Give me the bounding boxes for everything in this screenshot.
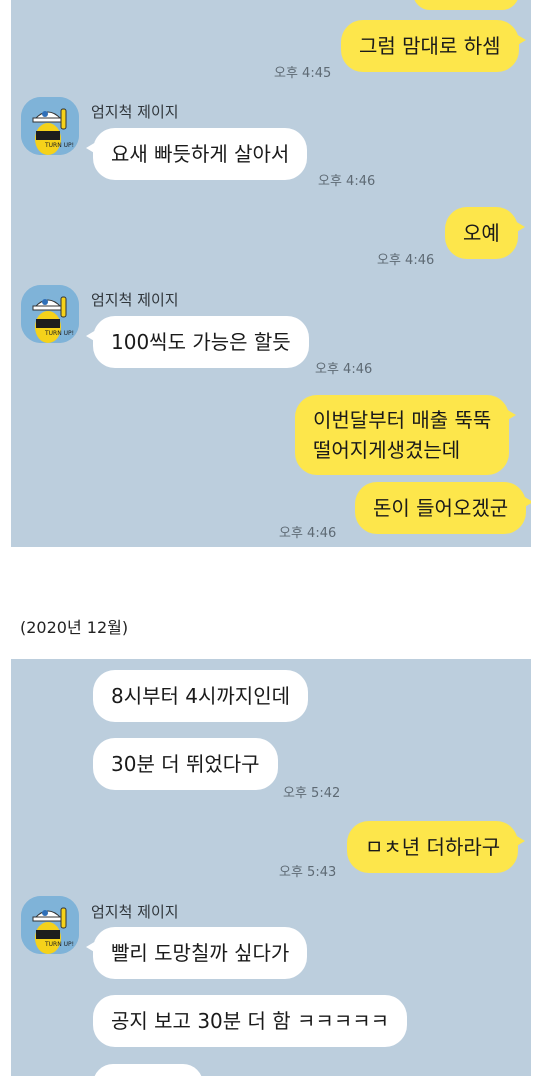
message-text: 30분 더 뛰었다구	[111, 752, 260, 776]
message-bubble-mine[interactable]: 그럼 맘대로 하셈	[341, 20, 526, 72]
message-text-line: 떨어지게생겼는데	[313, 438, 461, 462]
message-text-line: 이번달부터 매출 뚝뚝	[313, 408, 492, 432]
avatar-character-icon: TURN UP!	[21, 896, 79, 954]
message-time: 오후 4:45	[274, 66, 332, 81]
message-time: 오후 4:46	[315, 362, 373, 377]
sender-name: 엄지척 제이지	[91, 103, 179, 121]
message-text: ㅁㅊ년 더하라구	[365, 835, 501, 859]
message-bubble-mine[interactable]: 오예	[445, 207, 525, 259]
message-bubble-cut-off[interactable]	[93, 1064, 203, 1076]
message-bubble-other[interactable]: 요새 빠듯하게 살아서	[85, 128, 308, 180]
avatar[interactable]: TURN UP!	[21, 285, 79, 343]
message-bubble-cut-off[interactable]	[413, 0, 519, 10]
message-text: 공지 보고 30분 더 함 ㅋㅋㅋㅋㅋ	[111, 1009, 390, 1033]
avatar-character-icon: TURN UP!	[21, 97, 79, 155]
avatar[interactable]: TURN UP!	[21, 896, 79, 954]
chat-panel-bottom[interactable]: 8시부터 4시까지인데 30분 더 뛰었다구 오후 5:42 ㅁㅊ년 더하라구 …	[11, 659, 531, 1076]
message-bubble-other[interactable]: 빨리 도망칠까 싶다가	[85, 927, 308, 979]
message-bubble-mine[interactable]: 이번달부터 매출 뚝뚝 떨어지게생겼는데	[295, 395, 517, 475]
message-time: 오후 4:46	[377, 253, 435, 268]
message-text: 빨리 도망칠까 싶다가	[111, 941, 290, 965]
message-text: 돈이 들어오겠군	[373, 496, 509, 520]
avatar[interactable]: TURN UP!	[21, 97, 79, 155]
message-text: 오예	[463, 221, 500, 245]
message-text: 100씩도 가능은 할듯	[111, 330, 291, 354]
message-bubble-other[interactable]: 100씩도 가능은 할듯	[86, 316, 309, 368]
date-label: (2020년 12월)	[20, 618, 129, 637]
message-time: 오후 5:43	[279, 865, 337, 880]
message-text: 8시부터 4시까지인데	[111, 684, 291, 708]
avatar-character-icon: TURN UP!	[21, 285, 79, 343]
message-bubble-other[interactable]: 8시부터 4시까지인데	[93, 670, 309, 722]
sender-name: 엄지척 제이지	[91, 291, 179, 309]
message-bubble-mine[interactable]: 돈이 들어오겠군	[355, 482, 531, 534]
avatar-text: TURN UP!	[44, 142, 74, 149]
avatar-text: TURN UP!	[44, 330, 74, 337]
chat-panel-top[interactable]: 그럼 맘대로 하셈 오후 4:45 TURN UP! 엄지척 제이지 요새 빠듯…	[11, 0, 531, 547]
sender-name: 엄지척 제이지	[91, 903, 179, 921]
message-time: 오후 4:46	[318, 174, 376, 189]
message-bubble-other[interactable]: 30분 더 뛰었다구	[93, 738, 278, 790]
message-bubble-other[interactable]: 공지 보고 30분 더 함 ㅋㅋㅋㅋㅋ	[93, 995, 408, 1047]
message-text: 그럼 맘대로 하셈	[359, 34, 501, 58]
message-time: 오후 4:46	[279, 526, 337, 541]
avatar-text: TURN UP!	[44, 941, 74, 948]
message-text: 요새 빠듯하게 살아서	[111, 142, 290, 166]
message-time: 오후 5:42	[283, 786, 341, 801]
message-bubble-mine[interactable]: ㅁㅊ년 더하라구	[347, 821, 526, 873]
